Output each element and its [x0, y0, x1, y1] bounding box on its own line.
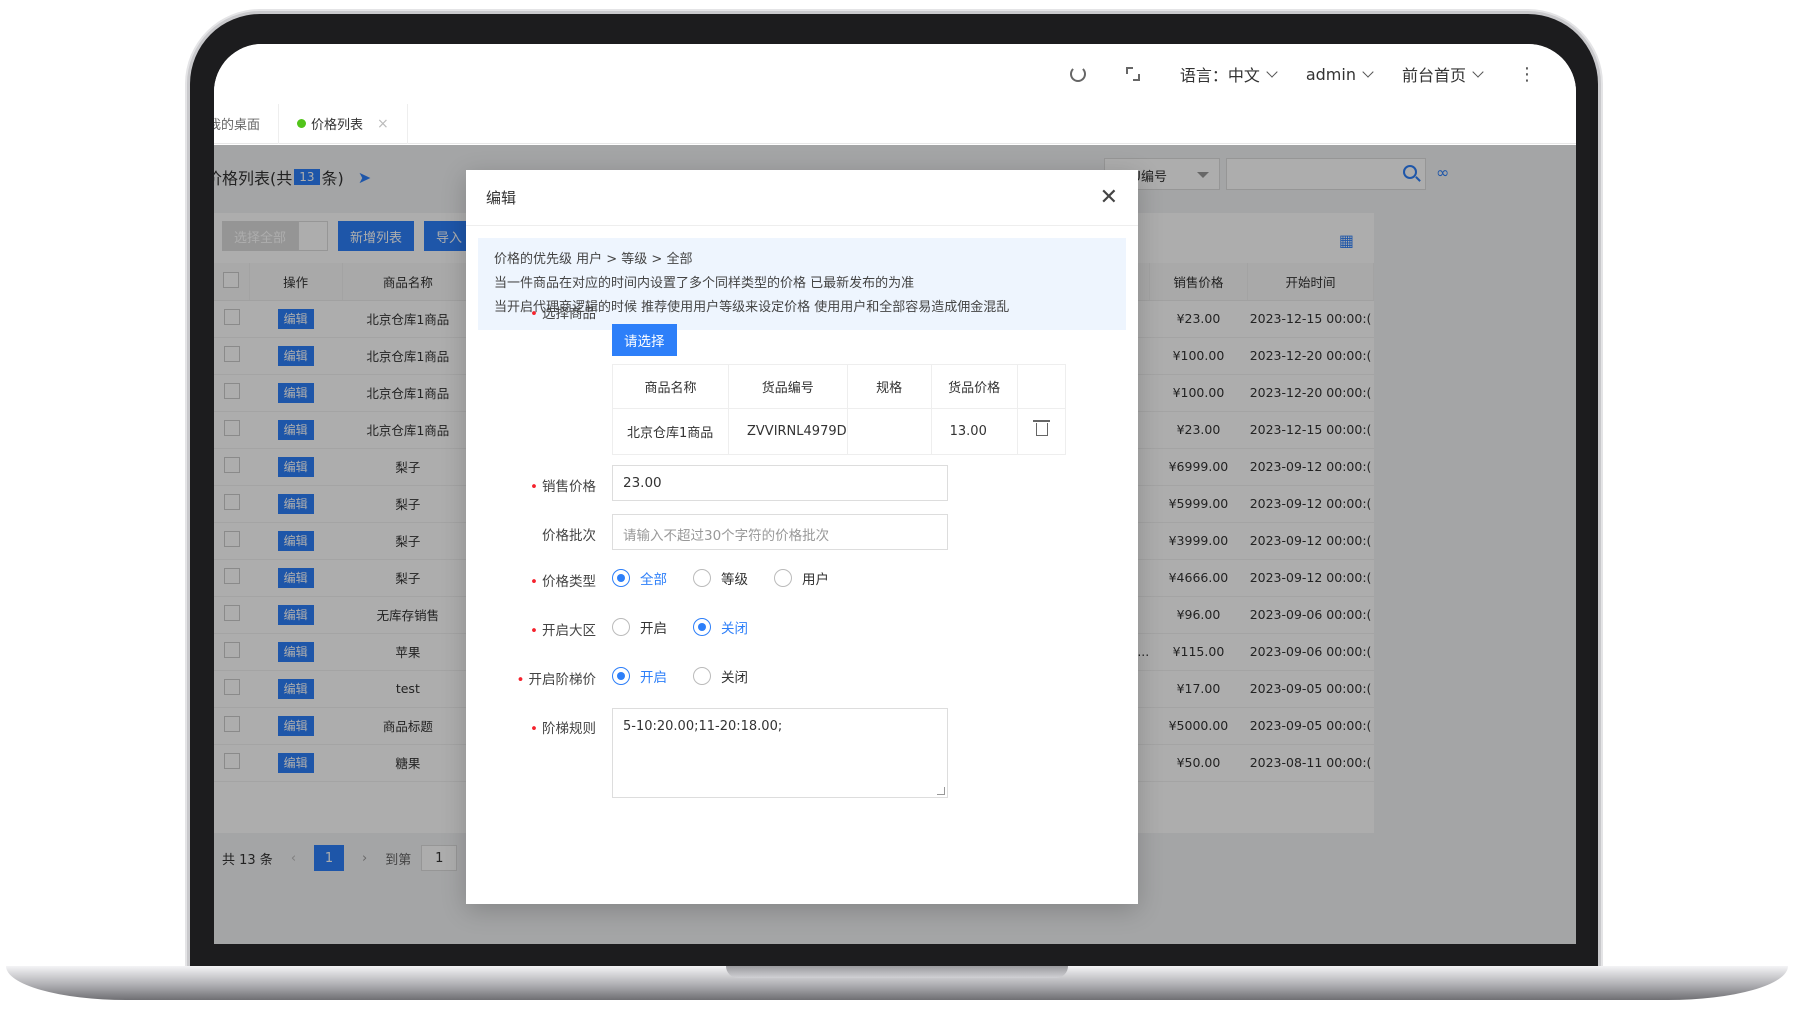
user-dropdown[interactable]: admin: [1306, 65, 1374, 84]
tab-price-list[interactable]: 价格列表 ×: [279, 103, 408, 144]
radio-price-type-all[interactable]: 全部: [612, 568, 667, 588]
goods-table: 商品名称 货品编号 规格 货品价格 北京仓库1商品 ZVVIRNL4979D 1…: [612, 364, 1066, 455]
tier-rule-textarea[interactable]: 5-10:20.00;11-20:18.00;: [612, 708, 948, 798]
resize-handle-icon[interactable]: [937, 787, 945, 795]
screen: 语言：中文 admin 前台首页 ⋮ 我的桌面 价格列表 × 价格列表(共 13 条)…: [214, 44, 1576, 944]
edit-form: • 选择商品 请选择 商品名称 货品编号 规格 货品价格 北京仓库1商品 ZVVI…: [466, 170, 1138, 904]
batch-label: 价格批次: [542, 528, 596, 544]
radio-region-off[interactable]: 关闭: [693, 617, 748, 637]
radio-tier-off[interactable]: 关闭: [693, 666, 748, 686]
region-label: • 开启大区: [530, 623, 596, 639]
fullscreen-button[interactable]: [1125, 67, 1140, 81]
select-goods-label: • 选择商品: [530, 306, 596, 322]
tier-rule-label: • 阶梯规则: [530, 721, 596, 737]
laptop-notch: [726, 966, 1068, 978]
select-goods-button[interactable]: 请选择: [612, 324, 677, 356]
tab-desktop[interactable]: 我的桌面: [214, 103, 280, 144]
region-radios: 开启 关闭: [612, 617, 774, 637]
active-dot-icon: [297, 119, 307, 128]
language-dropdown[interactable]: 语言：中文: [1180, 62, 1278, 86]
price-type-radios: 全部 等级 用户: [612, 568, 855, 588]
radio-price-type-user[interactable]: 用户: [774, 568, 829, 588]
tier-label: • 开启阶梯价: [516, 672, 596, 688]
chevron-down-icon: [1362, 66, 1374, 78]
more-vertical-icon: ⋮: [1518, 63, 1536, 85]
sale-price-label: • 销售价格: [530, 479, 596, 495]
frontend-dropdown[interactable]: 前台首页: [1402, 62, 1484, 86]
refresh-button[interactable]: [1069, 66, 1086, 82]
goods-row: 北京仓库1商品 ZVVIRNL4979D 13.00: [612, 408, 1066, 455]
more-button[interactable]: ⋮: [1518, 64, 1536, 85]
batch-input[interactable]: 请输入不超过30个字符的价格批次: [612, 514, 948, 550]
trash-icon[interactable]: [1033, 420, 1051, 436]
edit-modal: 编辑 ✕ 价格的优先级 用户 > 等级 > 全部 当一件商品在对应的时间内设置了…: [466, 170, 1138, 904]
price-type-label: • 价格类型: [530, 574, 596, 590]
radio-price-type-level[interactable]: 等级: [693, 568, 748, 588]
refresh-icon: [1069, 66, 1086, 82]
chevron-down-icon: [1472, 66, 1484, 78]
chevron-down-icon: [1266, 66, 1278, 78]
sale-price-input[interactable]: 23.00: [612, 465, 948, 501]
top-bar: 语言：中文 admin 前台首页 ⋮: [214, 44, 1576, 104]
radio-region-on[interactable]: 开启: [612, 617, 667, 637]
tier-radios: 开启 关闭: [612, 666, 774, 686]
tab-bar: 我的桌面 价格列表 ×: [214, 103, 1576, 144]
close-tab-icon[interactable]: ×: [377, 116, 389, 132]
fullscreen-icon: [1125, 67, 1140, 81]
radio-tier-on[interactable]: 开启: [612, 666, 667, 686]
